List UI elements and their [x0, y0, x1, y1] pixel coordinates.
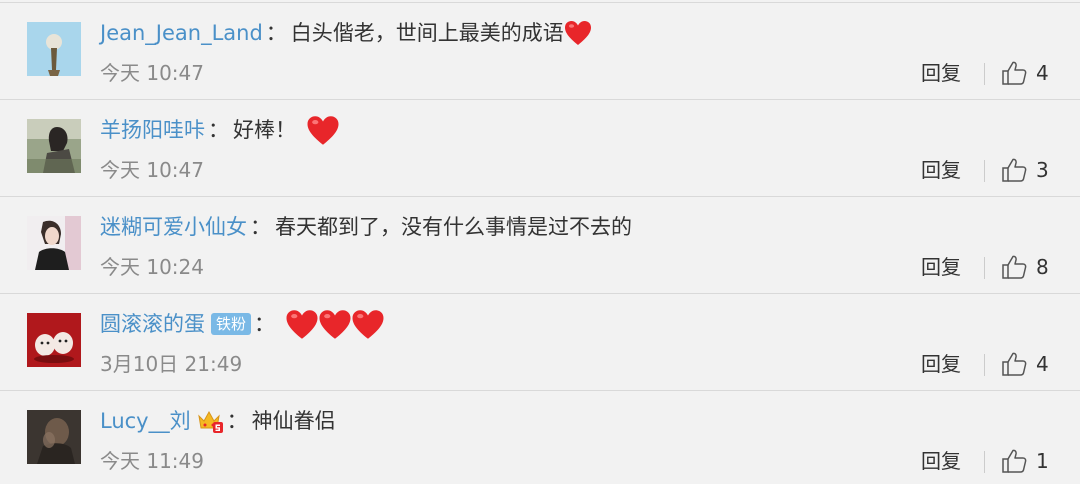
comment-item: 迷糊可爱小仙女 ： 春天都到了，没有什么事情是过不去的 今天 10:24 回复 … — [0, 197, 1080, 294]
red-heart-emoji-icon — [307, 115, 339, 145]
divider — [984, 451, 985, 473]
like-count: 1 — [1036, 449, 1049, 473]
comment-time: 今天 10:47 — [100, 158, 204, 182]
red-heart-emoji-icon — [352, 309, 384, 339]
avatar[interactable] — [27, 313, 81, 367]
thumbs-up-icon[interactable] — [1001, 59, 1027, 87]
comment-time: 今天 10:47 — [100, 61, 204, 85]
comment-text: 好棒！ — [233, 118, 296, 142]
comment-text: 白头偕老，世间上最美的成语 — [290, 21, 564, 45]
crown-vip-icon — [197, 410, 223, 433]
comment-item: Lucy__刘 ： 神仙眷侣 今天 11:49 回复 1 — [0, 391, 1080, 484]
reply-button[interactable]: 回复 — [921, 253, 961, 281]
avatar[interactable] — [27, 119, 81, 173]
fan-badge: 铁粉 — [211, 313, 252, 335]
reply-button[interactable]: 回复 — [921, 59, 961, 87]
like-count: 8 — [1036, 255, 1049, 279]
comment-text: 神仙眷侣 — [251, 409, 336, 433]
username-link[interactable]: 羊扬阳哇咔 — [100, 114, 205, 146]
divider — [984, 160, 985, 182]
comment-time: 今天 11:49 — [100, 449, 204, 473]
comment-time: 3月10日 21:49 — [100, 352, 243, 376]
comment-time: 今天 10:24 — [100, 255, 204, 279]
colon: ： — [265, 21, 287, 45]
reply-button[interactable]: 回复 — [921, 350, 961, 378]
divider — [984, 354, 985, 376]
avatar[interactable] — [27, 22, 81, 76]
thumbs-up-icon[interactable] — [1001, 156, 1027, 184]
comment-item: 圆滚滚的蛋 铁粉 ： 3月10日 21:49 回复 4 — [0, 294, 1080, 391]
username-link[interactable]: Lucy__刘 — [100, 405, 191, 437]
username-link[interactable]: 迷糊可爱小仙女 — [100, 211, 247, 243]
username-link[interactable]: Jean_Jean_Land — [100, 17, 263, 49]
colon: ： — [250, 215, 271, 239]
comment-list: Jean_Jean_Land ： 白头偕老，世间上最美的成语 今天 10:47 … — [0, 0, 1080, 484]
red-heart-emoji-icon — [286, 309, 318, 339]
comment-header: 圆滚滚的蛋 铁粉 ： — [100, 308, 385, 340]
comment-header: 迷糊可爱小仙女 ： 春天都到了，没有什么事情是过不去的 — [100, 211, 632, 243]
comment-header: Lucy__刘 ： 神仙眷侣 — [100, 405, 336, 437]
comment-item: Jean_Jean_Land ： 白头偕老，世间上最美的成语 今天 10:47 … — [0, 3, 1080, 100]
like-count: 3 — [1036, 158, 1049, 182]
comment-header: 羊扬阳哇咔 ： 好棒！ — [100, 114, 340, 146]
thumbs-up-icon[interactable] — [1001, 253, 1027, 281]
reply-button[interactable]: 回复 — [921, 156, 961, 184]
divider — [984, 63, 985, 85]
colon: ： — [208, 118, 229, 142]
thumbs-up-icon[interactable] — [1001, 350, 1027, 378]
comment-text: 春天都到了，没有什么事情是过不去的 — [275, 215, 632, 239]
red-heart-emoji-icon — [564, 21, 591, 45]
red-heart-emoji-icon — [319, 309, 351, 339]
avatar[interactable] — [27, 216, 81, 270]
colon: ： — [254, 312, 276, 336]
like-count: 4 — [1036, 352, 1049, 376]
comment-header: Jean_Jean_Land ： 白头偕老，世间上最美的成语 — [100, 17, 592, 49]
divider — [984, 257, 985, 279]
like-count: 4 — [1036, 61, 1049, 85]
username-link[interactable]: 圆滚滚的蛋 — [100, 308, 205, 340]
reply-button[interactable]: 回复 — [921, 447, 961, 475]
thumbs-up-icon[interactable] — [1001, 447, 1027, 475]
avatar[interactable] — [27, 410, 81, 464]
comment-item: 羊扬阳哇咔 ： 好棒！ 今天 10:47 回复 3 — [0, 100, 1080, 197]
colon: ： — [226, 409, 248, 433]
